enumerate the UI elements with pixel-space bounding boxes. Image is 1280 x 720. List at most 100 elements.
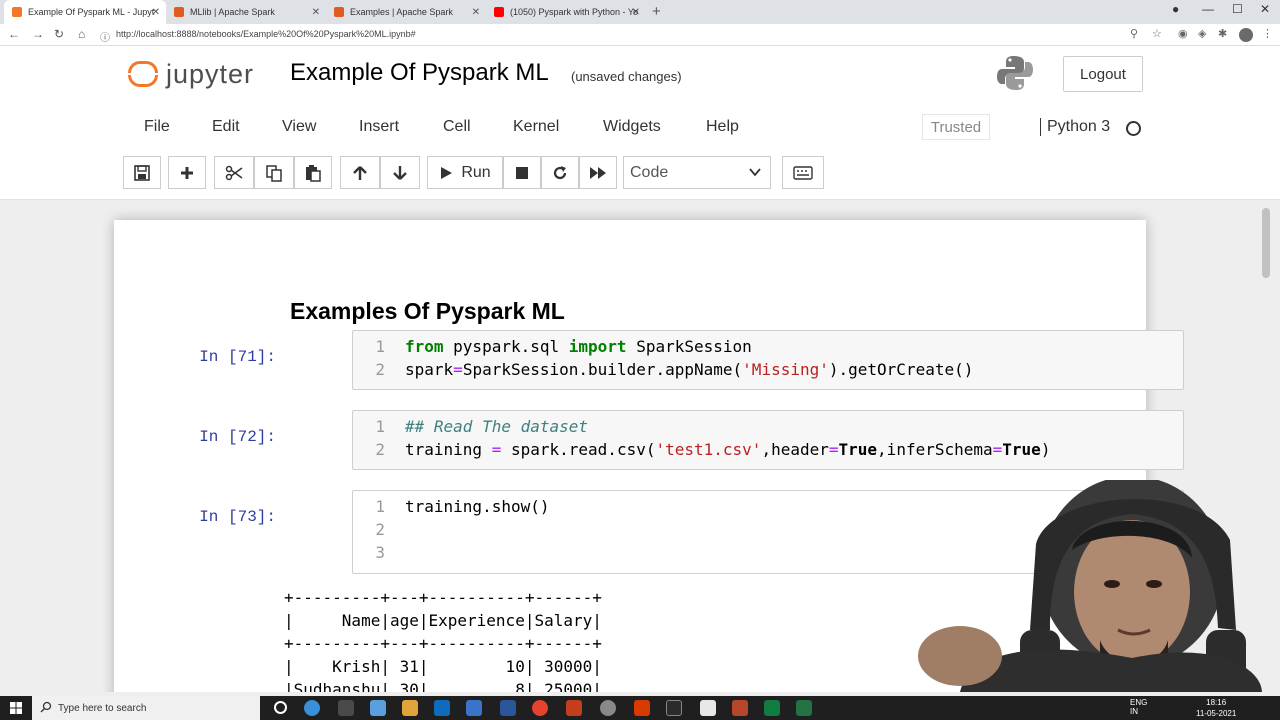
new-tab-icon[interactable]: + <box>652 3 661 20</box>
info-icon[interactable]: ⓘ <box>100 29 110 44</box>
move-down-button[interactable] <box>380 156 420 189</box>
record-icon[interactable]: ● <box>1172 2 1179 16</box>
maximize-icon[interactable]: ☐ <box>1232 2 1243 16</box>
browser-tab-0[interactable]: Example Of Pyspark ML - Jupyt ✕ <box>4 0 166 24</box>
markdown-heading[interactable]: Examples Of Pyspark ML <box>290 298 565 325</box>
excel-icon[interactable] <box>796 700 812 716</box>
close-icon[interactable]: ✕ <box>472 7 480 18</box>
close-icon[interactable]: ✕ <box>312 7 320 18</box>
settings-icon[interactable] <box>600 700 616 716</box>
copy-button[interactable] <box>254 156 294 189</box>
python-logo-icon <box>997 56 1033 90</box>
restart-button[interactable] <box>541 156 579 189</box>
menu-edit[interactable]: Edit <box>212 118 240 136</box>
back-icon[interactable]: ← <box>8 27 20 41</box>
excel-icon[interactable] <box>764 700 780 716</box>
file-explorer-icon[interactable] <box>402 700 418 716</box>
cut-button[interactable] <box>214 156 254 189</box>
store-icon[interactable] <box>370 700 386 716</box>
line-number: 2 <box>375 360 385 379</box>
menu-widgets[interactable]: Widgets <box>603 118 661 136</box>
notebook-toolbar: Run Code <box>0 154 1280 194</box>
taskbar-search-input[interactable]: Type here to search <box>32 696 260 720</box>
paste-button[interactable] <box>294 156 332 189</box>
language-indicator[interactable]: ENG <box>1130 698 1147 707</box>
mail-icon[interactable] <box>434 700 450 716</box>
code-cell[interactable]: In [71]: 1 from pyspark.sql import SparkS… <box>184 330 1184 392</box>
line-number: 1 <box>375 497 385 516</box>
window-close-icon[interactable]: ✕ <box>1260 2 1270 16</box>
menu-file[interactable]: File <box>144 118 170 136</box>
windows-start-icon[interactable] <box>10 702 22 714</box>
jupyter-logo[interactable]: jupyter <box>128 56 254 92</box>
taskbar-clock[interactable]: 18:16 11-05-2021 <box>1196 697 1236 719</box>
edge-icon[interactable] <box>304 700 320 716</box>
browser-tab-bar: Example Of Pyspark ML - Jupyt ✕ MLlib | … <box>0 0 1280 24</box>
chevron-down-icon <box>749 168 761 177</box>
app-icon[interactable] <box>466 700 482 716</box>
spark-favicon-icon <box>334 7 344 17</box>
trusted-indicator[interactable]: Trusted <box>922 114 990 140</box>
spark-favicon-icon <box>174 7 184 17</box>
forward-icon[interactable]: → <box>32 27 44 41</box>
home-icon[interactable]: ⌂ <box>78 27 85 41</box>
restart-run-all-button[interactable] <box>579 156 617 189</box>
cell-type-select[interactable]: Code <box>623 156 771 189</box>
app-icon[interactable] <box>634 700 650 716</box>
app-icon[interactable] <box>732 700 748 716</box>
line-number: 3 <box>375 543 385 562</box>
play-icon <box>441 166 453 179</box>
task-view-icon[interactable] <box>338 700 354 716</box>
youtube-favicon-icon <box>494 7 504 17</box>
chrome-icon[interactable] <box>532 700 548 716</box>
move-up-button[interactable] <box>340 156 380 189</box>
command-palette-button[interactable] <box>782 156 824 189</box>
close-icon[interactable]: ✕ <box>632 7 640 18</box>
menu-kernel[interactable]: Kernel <box>513 118 559 136</box>
powerpoint-icon[interactable] <box>566 700 582 716</box>
save-status: (unsaved changes) <box>571 69 682 84</box>
menu-help[interactable]: Help <box>706 118 739 136</box>
word-icon[interactable] <box>500 700 516 716</box>
browser-tab-3[interactable]: (1050) Pyspark with Python - Yo ✕ <box>486 0 646 24</box>
cortana-icon[interactable] <box>274 701 287 714</box>
notepad-icon[interactable] <box>700 700 716 716</box>
browser-tab-2[interactable]: Examples | Apache Spark ✕ <box>326 0 486 24</box>
menu-insert[interactable]: Insert <box>359 118 399 136</box>
restart-icon <box>553 165 567 179</box>
address-bar: ← → ↻ ⌂ ⓘ http://localhost:8888/notebook… <box>0 24 1280 46</box>
code-cell[interactable]: In [72]: 1 ## Read The dataset 2 training … <box>184 410 1184 472</box>
reload-icon[interactable]: ↻ <box>54 27 64 41</box>
star-icon[interactable]: ☆ <box>1152 27 1162 40</box>
puzzle-icon[interactable]: ✱ <box>1218 27 1227 40</box>
interrupt-button[interactable] <box>503 156 541 189</box>
notebook-title[interactable]: Example Of Pyspark ML <box>290 59 549 87</box>
code-editor[interactable]: 1 from pyspark.sql import SparkSession 2 s… <box>352 330 1184 390</box>
browser-tab-1[interactable]: MLlib | Apache Spark ✕ <box>166 0 326 24</box>
code-line: training.show() <box>405 497 550 516</box>
tab-title: Example Of Pyspark ML - Jupyt <box>28 7 155 17</box>
menu-dots-icon[interactable]: ⋮ <box>1262 27 1273 40</box>
jupyter-logo-icon <box>128 59 158 89</box>
tab-title: (1050) Pyspark with Python - Yo <box>510 7 639 17</box>
run-button[interactable]: Run <box>427 156 503 189</box>
logout-button[interactable]: Logout <box>1063 56 1143 92</box>
scrollbar[interactable] <box>1262 208 1270 278</box>
close-icon[interactable]: ✕ <box>152 7 160 18</box>
output-line: +---------+---+----------+------+ <box>284 634 602 653</box>
menu-cell[interactable]: Cell <box>443 118 471 136</box>
terminal-icon[interactable] <box>666 700 682 716</box>
zoom-icon[interactable]: ⚲ <box>1130 27 1138 40</box>
extension-icon[interactable]: ◈ <box>1198 27 1206 40</box>
code-editor[interactable]: 1 ## Read The dataset 2 training = spark.r… <box>352 410 1184 470</box>
avatar[interactable] <box>1239 28 1253 42</box>
jupyter-favicon-icon <box>12 7 22 17</box>
minimize-icon[interactable]: — <box>1202 2 1214 16</box>
save-button[interactable] <box>123 156 161 189</box>
tab-title: Examples | Apache Spark <box>350 7 453 17</box>
menu-view[interactable]: View <box>282 118 316 136</box>
insert-cell-button[interactable] <box>168 156 206 189</box>
code-line: ## Read The dataset <box>405 417 589 436</box>
extension-icon[interactable]: ◉ <box>1178 27 1188 40</box>
url-field[interactable]: http://localhost:8888/notebooks/Example%… <box>116 29 416 39</box>
